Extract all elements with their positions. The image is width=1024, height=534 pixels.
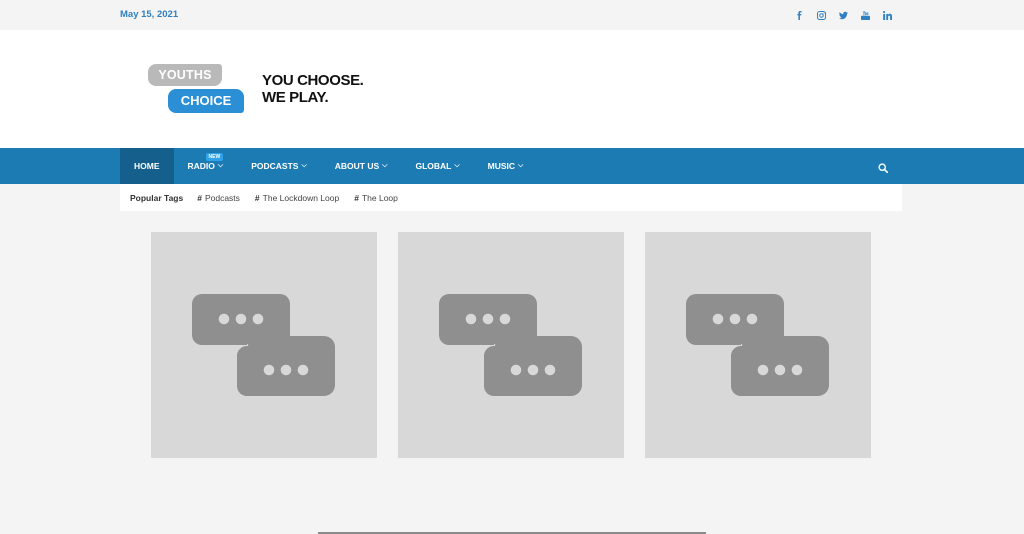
tag-label: Podcasts — [204, 192, 240, 203]
instagram-icon[interactable] — [810, 8, 832, 22]
post-card-2[interactable] — [398, 232, 624, 458]
nav-label: ABOUT US — [334, 161, 380, 171]
site-logo[interactable]: YOUTHS CHOICE YOU CHOOSE. WE PLAY. — [146, 64, 376, 118]
nav-item-music[interactable]: MUSIC ⌵ — [474, 148, 538, 184]
tag-link-the-loop[interactable]: # The Loop — [354, 193, 398, 203]
logo-top-text: YOUTHS — [148, 64, 222, 86]
chat-bubbles-icon — [686, 294, 831, 396]
nav-label: GLOBAL — [415, 161, 452, 171]
new-badge: NEW — [205, 153, 224, 161]
post-card-1[interactable] — [151, 232, 377, 458]
chevron-down-icon: ⌵ — [454, 162, 460, 169]
tag-label: The Lockdown Loop — [262, 192, 340, 203]
chevron-down-icon: ⌵ — [301, 162, 307, 169]
hash-icon: # — [197, 192, 202, 203]
social-links — [788, 8, 898, 22]
nav-label: MUSIC — [487, 161, 516, 171]
chevron-down-icon: ⌵ — [518, 162, 524, 169]
facebook-icon[interactable] — [788, 8, 810, 22]
current-date: May 15, 2021 — [120, 9, 179, 20]
tag-label: The Loop — [361, 192, 398, 203]
chat-bubbles-icon — [439, 294, 584, 396]
post-card-3[interactable] — [645, 232, 871, 458]
nav-label: RADIO — [187, 161, 215, 171]
logo-bottom-text: CHOICE — [168, 89, 244, 113]
popular-tags-bar: Popular Tags # Podcasts # The Lockdown Loo… — [120, 184, 902, 211]
logo-tagline: YOU CHOOSE. WE PLAY. — [262, 72, 364, 106]
chevron-down-icon: ⌵ — [382, 162, 388, 169]
tagline-line-1: YOU CHOOSE. — [262, 72, 364, 89]
top-bar: May 15, 2021 — [0, 0, 1024, 30]
hash-icon: # — [254, 192, 260, 203]
nav-label: HOME — [134, 161, 160, 171]
hash-icon: # — [354, 192, 359, 203]
nav-item-radio[interactable]: NEW RADIO ⌵ — [174, 148, 238, 184]
tag-link-the-lockdown-loop[interactable]: # The Lockdown Loop — [255, 193, 339, 203]
nav-item-home[interactable]: HOME — [120, 148, 174, 184]
twitter-icon[interactable] — [832, 8, 854, 22]
tag-link-podcasts[interactable]: # Podcasts — [197, 193, 240, 203]
main-navigation: HOME NEW RADIO ⌵ PODCASTS ⌵ ABOUT US ⌵ G… — [0, 148, 1024, 184]
search-icon[interactable] — [878, 160, 890, 174]
nav-item-about-us[interactable]: ABOUT US ⌵ — [321, 148, 402, 184]
chevron-down-icon: ⌵ — [217, 162, 224, 169]
linkedin-icon[interactable] — [876, 8, 898, 22]
site-header: YOUTHS CHOICE YOU CHOOSE. WE PLAY. — [0, 30, 1024, 148]
nav-item-global[interactable]: GLOBAL ⌵ — [401, 148, 473, 184]
popular-tags-label: Popular Tags — [130, 192, 184, 203]
chat-bubbles-icon — [192, 294, 337, 396]
youtube-icon[interactable] — [854, 8, 876, 22]
tagline-line-2: WE PLAY. — [262, 89, 329, 106]
nav-label: PODCASTS — [251, 161, 299, 171]
nav-item-podcasts[interactable]: PODCASTS ⌵ — [237, 148, 321, 184]
